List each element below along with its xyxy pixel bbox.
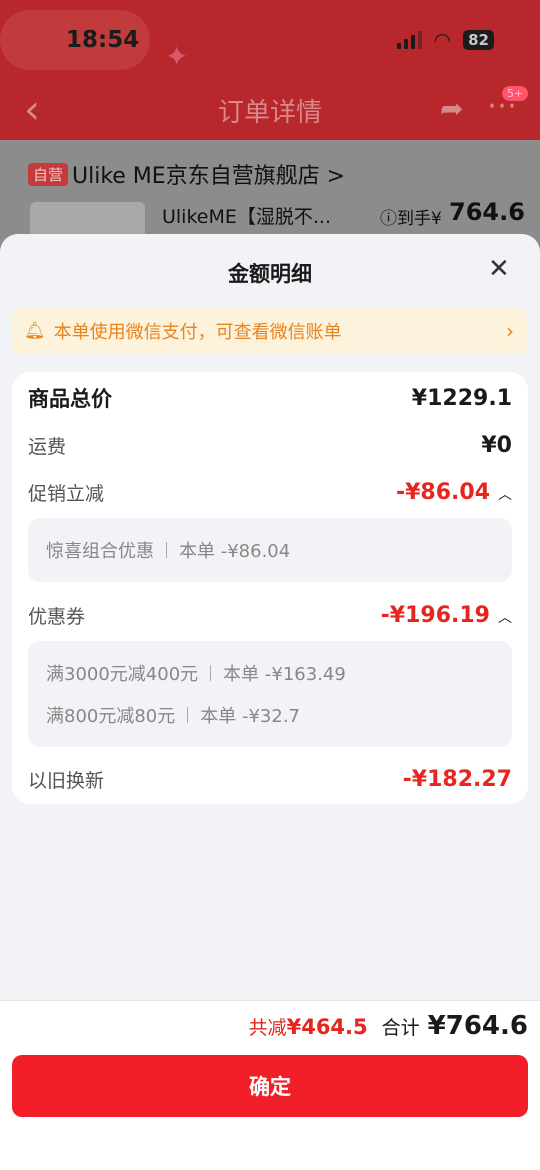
confirm-button[interactable]: 确定 [12, 1055, 528, 1117]
wechat-bill-notice[interactable]: 🔔︎ 本单使用微信支付，可查看微信账单 › [12, 308, 528, 354]
coupon-value: -¥196.19 [380, 602, 490, 628]
saved-value: ¥464.5 [286, 1015, 368, 1039]
coupon-row[interactable]: 优惠券 -¥196.19 ︿ [28, 599, 512, 631]
promo-detail-amount: 本单 -¥86.04 [179, 541, 291, 562]
footer-bar: 共减¥464.5 合计 ¥764.6 确定 [0, 1000, 540, 1170]
coupon-detail-line: 满3000元减400元 本单 -¥163.49 [46, 652, 494, 694]
status-icons: ◠ 82 [396, 28, 494, 52]
close-icon[interactable]: ✕ [488, 254, 510, 284]
divider [166, 542, 167, 558]
signal-icon [396, 31, 422, 49]
amount-panel: 商品总价 ¥1229.1 运费 ¥0 促销立减 -¥86.04 ︿ 惊喜组合优惠 … [12, 372, 528, 804]
total-label: 合计 [381, 1017, 420, 1039]
shipping-value: ¥0 [481, 432, 512, 458]
price-label: ⓘ到手¥ [380, 209, 442, 229]
self-operated-tag: 自营 [28, 163, 69, 186]
coupon-detail-name: 满800元减80元 [46, 706, 176, 727]
promo-label: 促销立减 [28, 482, 105, 505]
product-price: 764.6 [449, 198, 525, 226]
shipping-row: 运费 ¥0 [28, 429, 512, 461]
divider [187, 707, 189, 723]
sparkle-icon: ✦ [165, 40, 189, 73]
chevron-up-icon[interactable]: ︿ [498, 487, 512, 503]
divider [210, 665, 212, 681]
bell-icon: 🔔︎ [24, 321, 46, 341]
coupon-detail-amount: 本单 -¥163.49 [223, 664, 346, 685]
goods-total-value: ¥1229.1 [411, 385, 512, 411]
coupon-label: 优惠券 [28, 605, 86, 628]
notice-text: 本单使用微信支付，可查看微信账单 [53, 322, 342, 343]
notification-badge: 5+ [502, 86, 529, 101]
coupon-detail-box: 满3000元减400元 本单 -¥163.49 满800元减80元 本单 -¥3… [28, 641, 512, 747]
chevron-up-icon[interactable]: ︿ [498, 610, 512, 626]
battery-indicator: 82 [463, 30, 494, 50]
promo-detail-box: 惊喜组合优惠 本单 -¥86.04 [28, 518, 512, 582]
wifi-icon: ◠ [433, 28, 452, 52]
store-name-link[interactable]: Ulike ME京东自营旗舰店 > [72, 158, 345, 190]
shipping-label: 运费 [28, 435, 67, 458]
saved-label: 共减 [248, 1017, 287, 1039]
product-name[interactable]: UlikeME【湿脱不... [162, 202, 331, 229]
chevron-right-icon: › [506, 319, 514, 343]
promo-detail-name: 惊喜组合优惠 [46, 541, 154, 562]
promo-value: -¥86.04 [395, 479, 490, 505]
trade-in-row: 以旧换新 -¥182.27 [28, 763, 512, 795]
product-thumbnail[interactable] [30, 202, 145, 238]
total-value: ¥764.6 [427, 1011, 528, 1041]
promo-row[interactable]: 促销立减 -¥86.04 ︿ [28, 476, 512, 508]
sheet-title: 金额明细 [228, 262, 312, 286]
trade-in-value: -¥182.27 [402, 766, 512, 792]
share-icon[interactable]: ➦ [440, 92, 463, 125]
totals-summary: 共减¥464.5 合计 ¥764.6 [249, 1011, 528, 1041]
goods-total-row: 商品总价 ¥1229.1 [28, 382, 512, 414]
coupon-detail-name: 满3000元减400元 [46, 664, 199, 685]
trade-in-label: 以旧换新 [28, 769, 105, 792]
coupon-detail-line: 满800元减80元 本单 -¥32.7 [46, 694, 494, 736]
saved-summary: 共减¥464.5 [249, 1013, 368, 1040]
status-time: 18:54 [66, 27, 140, 53]
goods-total-label: 商品总价 [28, 387, 112, 411]
coupon-detail-amount: 本单 -¥32.7 [200, 706, 301, 727]
